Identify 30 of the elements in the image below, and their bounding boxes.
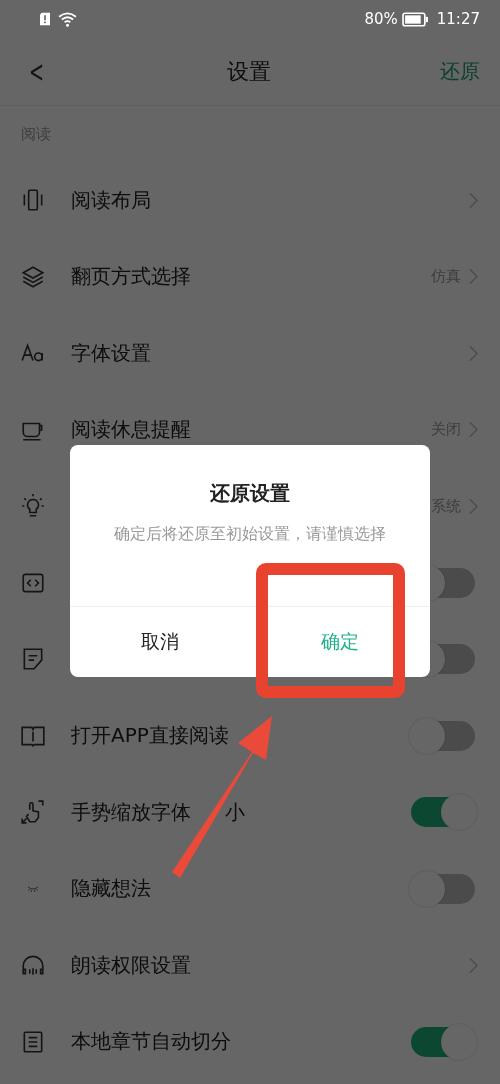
row-label: 翻页方式选择 <box>71 263 191 291</box>
clock: 11:27 <box>436 10 480 28</box>
row-label: 小 <box>225 798 245 826</box>
row-label: 隐藏想法 <box>71 875 151 903</box>
battery-icon <box>401 11 429 27</box>
cancel-button[interactable]: 取消 <box>70 607 250 677</box>
row-label: 打开APP直接阅读 <box>71 722 229 750</box>
sim-icon <box>40 12 50 26</box>
chevron-icon <box>469 344 478 362</box>
row-label: 阅读布局 <box>71 186 151 214</box>
chevron-icon <box>469 191 478 209</box>
row-label: 阅读休息提醒 <box>71 416 191 444</box>
hand-icon <box>20 799 46 826</box>
back-button[interactable]: < <box>25 54 48 89</box>
row-label: 本地章节自动切分 <box>71 1028 231 1056</box>
wifi-icon <box>58 11 77 27</box>
dialog-message: 确定后将还原至初始设置，请谨慎选择 <box>113 523 387 545</box>
chevron-icon <box>469 268 478 286</box>
row-label: 朗读权限设置 <box>71 951 191 979</box>
row-label: 手势缩放字体 <box>71 798 191 826</box>
chevron-icon <box>469 956 478 974</box>
row-label: 字体设置 <box>71 339 151 367</box>
restore-button[interactable]: 还原 <box>440 58 480 85</box>
bulb-icon <box>20 493 46 520</box>
chevron-icon <box>469 421 478 439</box>
battery-percent: 80% <box>364 10 398 28</box>
confirm-button[interactable]: 确定 <box>250 607 430 677</box>
page-title: 设置 <box>227 57 271 86</box>
chevron-icon <box>469 497 478 515</box>
dialog-title: 还原设置 <box>210 480 290 507</box>
